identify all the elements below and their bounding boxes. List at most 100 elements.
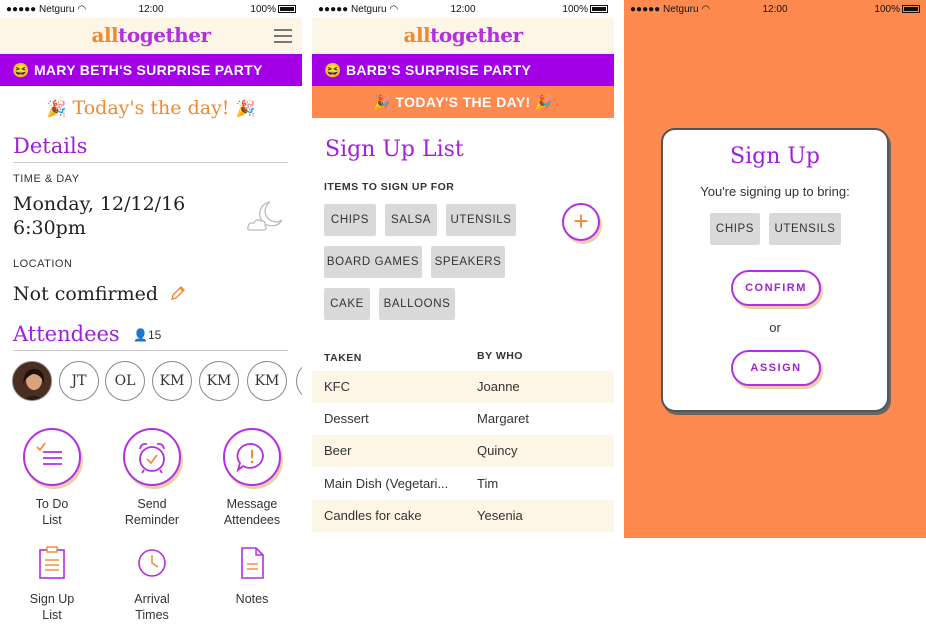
action-label: List (42, 608, 62, 622)
action-label: Times (135, 608, 169, 622)
taken-item: Candles for cake (324, 508, 422, 523)
screen-signup-modal: ●●●●● Netguru ◠ 12:00 100% Sign Up You'r… (624, 0, 926, 538)
event-title: MARY BETH'S SURPRISE PARTY (33, 62, 263, 78)
attendee-avatar[interactable]: OL (105, 361, 145, 401)
party-popper-icon: 🎉 (235, 99, 256, 118)
attendees-heading: Attendees (13, 322, 120, 346)
event-title-bar: 😆 MARY BETH'S SURPRISE PARTY (0, 54, 302, 86)
send-reminder-button[interactable]: Send Reminder (107, 428, 197, 528)
party-popper-icon: 🎉 (373, 94, 392, 110)
item-chip[interactable]: BOARD GAMES (324, 246, 422, 278)
message-icon (236, 443, 264, 473)
battery-percent: 100% (562, 4, 588, 15)
action-label: Attendees (223, 513, 281, 527)
divider (13, 162, 288, 163)
table-row[interactable]: Dessert Margaret (312, 403, 614, 435)
taken-by: Yesenia (477, 508, 523, 523)
battery-icon (590, 5, 608, 13)
event-title: BARB'S SURPRISE PARTY (345, 62, 532, 78)
action-label: To Do (35, 497, 69, 511)
status-bar: ●●●●● Netguru ◠ 12:00 100% (0, 0, 302, 18)
item-chip[interactable]: CAKE (324, 288, 370, 320)
taken-by: Tim (477, 476, 499, 491)
app-header: alltogether (0, 18, 302, 54)
today-text: TODAY'S THE DAY! (395, 94, 531, 110)
confirm-button[interactable]: CONFIRM (731, 270, 821, 306)
attendee-avatar-partial[interactable] (296, 361, 302, 401)
app-logo[interactable]: alltogether (312, 23, 614, 47)
status-bar: ●●●●● Netguru ◠ 12:00 100% (624, 0, 926, 18)
taken-by: Quincy (477, 443, 518, 458)
dialog-title: Sign Up (730, 144, 820, 169)
taken-item: Beer (324, 443, 352, 458)
action-label: Sign Up (29, 592, 75, 606)
selected-item-chip: CHIPS (710, 213, 760, 245)
attendee-avatar[interactable]: KM (152, 361, 192, 401)
battery-icon (902, 5, 920, 13)
attendee-avatar[interactable]: KM (247, 361, 287, 401)
dialog-subtitle: You're signing up to bring: (700, 184, 850, 199)
taken-by: Joanne (477, 379, 520, 394)
item-chip[interactable]: SALSA (385, 204, 437, 236)
taken-item: Dessert (324, 411, 369, 426)
add-item-button[interactable]: + (562, 203, 600, 241)
action-label: Send (137, 497, 167, 511)
taken-column-header: TAKEN (324, 352, 362, 364)
divider (13, 350, 288, 351)
todo-list-button[interactable]: To Do List (7, 428, 97, 528)
edit-pencil-icon[interactable] (170, 285, 186, 301)
items-label: ITEMS TO SIGN UP FOR (324, 181, 455, 193)
item-chip[interactable]: BALLOONS (379, 288, 455, 320)
clock-icon (138, 549, 166, 577)
time-day-label: TIME & DAY (13, 173, 80, 185)
message-attendees-button[interactable]: Message Attendees (207, 428, 297, 528)
clipboard-icon (39, 546, 65, 579)
action-label: Reminder (124, 513, 180, 527)
by-who-column-header: BY WHO (477, 350, 523, 362)
item-chip[interactable]: SPEAKERS (431, 246, 505, 278)
battery-percent: 100% (874, 4, 900, 15)
notes-button[interactable]: Notes (207, 546, 297, 607)
person-photo-icon (13, 362, 51, 400)
screen-event-details: ●●●●● Netguru ◠ 12:00 100% alltogether 😆… (0, 0, 302, 626)
app-header: alltogether (312, 18, 614, 54)
today-banner: 🎉 Today's the day! 🎉 (0, 97, 302, 119)
taken-item: KFC (324, 379, 350, 394)
moon-cloud-icon (247, 201, 283, 231)
event-time: 6:30pm (13, 217, 86, 239)
action-label: List (42, 513, 62, 527)
person-icon: 👤 (133, 328, 148, 342)
app-logo[interactable]: alltogether (0, 23, 302, 47)
event-date: Monday, 12/12/16 (13, 193, 186, 215)
signup-list-button[interactable]: Sign Up List (7, 546, 97, 623)
details-heading: Details (13, 134, 88, 158)
attendee-count-badge: 👤15 (133, 328, 161, 342)
item-chip[interactable]: UTENSILS (446, 204, 516, 236)
signup-list-heading: Sign Up List (325, 137, 464, 162)
action-label: Message (226, 497, 278, 511)
location-value: Not comfirmed (13, 283, 159, 305)
menu-icon[interactable] (274, 29, 292, 43)
table-row[interactable]: Candles for cake Yesenia (312, 500, 614, 532)
party-popper-icon: 🎉 (534, 94, 553, 110)
alarm-clock-icon (139, 442, 165, 474)
table-row[interactable]: Beer Quincy (312, 435, 614, 467)
attendee-avatar-photo[interactable] (12, 361, 52, 401)
grin-emoji-icon: 😆 (324, 62, 342, 78)
arrival-times-button[interactable]: Arrival Times (107, 546, 197, 623)
assign-button[interactable]: ASSIGN (731, 350, 821, 386)
item-chip[interactable]: CHIPS (324, 204, 376, 236)
status-bar: ●●●●● Netguru ◠ 12:00 100% (312, 0, 614, 18)
taken-item: Main Dish (Vegetari... (324, 476, 449, 491)
notes-icon (241, 547, 264, 579)
attendee-count: 15 (147, 328, 162, 342)
attendee-avatar[interactable]: KM (199, 361, 239, 401)
table-row[interactable]: KFC Joanne (312, 371, 614, 403)
table-row[interactable]: Main Dish (Vegetari... Tim (312, 468, 614, 500)
list-icon (36, 442, 62, 465)
taken-by: Margaret (477, 411, 530, 426)
or-separator: or (769, 320, 781, 335)
location-label: LOCATION (13, 258, 73, 270)
attendee-avatar[interactable]: JT (59, 361, 99, 401)
action-label: Arrival (134, 592, 170, 606)
